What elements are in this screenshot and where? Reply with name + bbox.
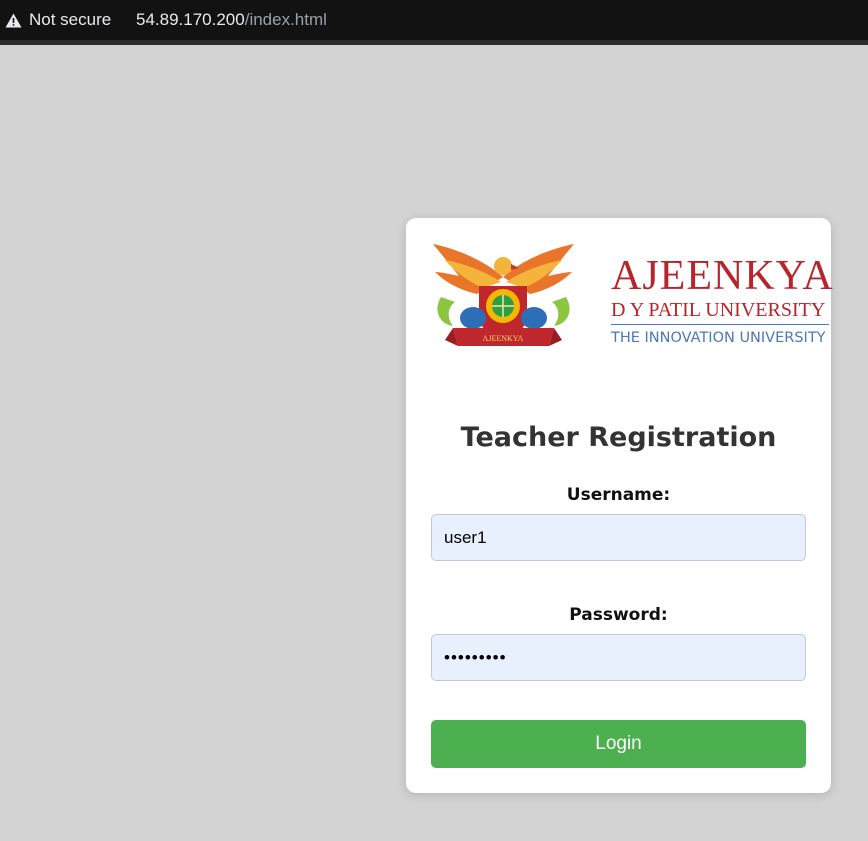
warning-triangle-icon bbox=[5, 13, 22, 28]
url-path: /index.html bbox=[244, 10, 327, 29]
security-indicator[interactable]: Not secure bbox=[5, 9, 111, 31]
brand-divider bbox=[611, 324, 829, 325]
login-card: AJEENKYA AJEENKYA D Y PATIL UNIVERSITY T… bbox=[406, 218, 833, 793]
password-input[interactable] bbox=[431, 634, 806, 681]
page-title: Teacher Registration bbox=[460, 422, 777, 453]
url-field[interactable]: 54.89.170.200/index.html bbox=[136, 9, 327, 31]
browser-address-bar: Not secure 54.89.170.200/index.html bbox=[0, 0, 868, 45]
login-button[interactable]: Login bbox=[431, 720, 806, 768]
username-label: Username: bbox=[566, 485, 671, 505]
password-label: Password: bbox=[569, 605, 668, 625]
username-input[interactable] bbox=[431, 514, 806, 561]
university-emblem-icon: AJEENKYA bbox=[433, 244, 574, 346]
brand-tagline: THE INNOVATION UNIVERSITY bbox=[611, 330, 826, 346]
university-logo: AJEENKYA AJEENKYA D Y PATIL UNIVERSITY T… bbox=[431, 242, 833, 352]
brand-name: AJEENKYA bbox=[611, 253, 834, 299]
emblem-banner-text: AJEENKYA bbox=[483, 334, 524, 343]
url-host: 54.89.170.200 bbox=[136, 10, 245, 29]
security-label: Not secure bbox=[29, 10, 112, 29]
brand-subtitle: D Y PATIL UNIVERSITY bbox=[611, 299, 826, 321]
